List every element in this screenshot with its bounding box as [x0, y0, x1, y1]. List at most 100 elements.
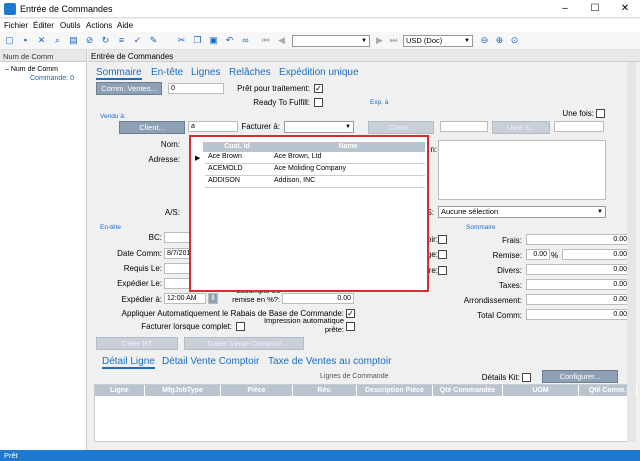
menu-fichier[interactable]: Fichier [4, 21, 28, 30]
col-uom[interactable]: UOM [503, 385, 579, 396]
row-2-id[interactable]: ADDISON [205, 176, 271, 188]
row-0-id[interactable]: Ace Brown [205, 152, 271, 164]
configurer-button[interactable]: Configurer... [542, 370, 618, 383]
ready-fulfill-checkbox[interactable] [314, 98, 323, 107]
title-bar: Entrée de Commandes – ☐ ✕ [0, 0, 640, 18]
tab-en-tete[interactable]: En-tête [151, 67, 183, 78]
total-comm-field[interactable]: 0.00 [526, 309, 630, 320]
main-scrollbar[interactable] [627, 62, 636, 442]
prev-icon[interactable]: ◀ [276, 35, 287, 46]
check-icon[interactable]: ✓ [132, 35, 143, 46]
refresh-icon[interactable]: ↻ [100, 35, 111, 46]
back-icon[interactable]: ⊖ [479, 35, 490, 46]
appliquer-checkbox[interactable]: ✓ [346, 309, 355, 318]
tab-detail-vente-comptoir[interactable]: Détail Vente Comptoir [162, 356, 259, 367]
next-icon[interactable]: ▶ [374, 35, 385, 46]
tab-taxe-ventes[interactable]: Taxe de Ventes au comptoir [268, 356, 391, 367]
tab-relaches[interactable]: Relâches [229, 67, 271, 78]
comm-ventes-field[interactable]: 0 [168, 83, 224, 94]
client-button[interactable]: Client... [119, 121, 185, 134]
re-checkbox[interactable] [438, 266, 447, 275]
save-icon[interactable]: ▪ [20, 35, 31, 46]
menu-editer[interactable]: Éditer [33, 21, 54, 30]
client-input[interactable]: a [188, 121, 238, 132]
row-1-name[interactable]: Ace Moliding Company [271, 164, 425, 176]
comm-ventes-button[interactable]: Comm. Ventes... [96, 82, 162, 95]
remise-pct-field[interactable]: 0.00 [526, 249, 550, 260]
exp-address-box[interactable] [438, 140, 606, 200]
frais-field[interactable]: 0.00 [526, 234, 630, 245]
date-comm-field[interactable]: 8/7/201 [164, 248, 190, 259]
order-lines-grid: Ligne MfgJobType Pièce Rév. Description … [94, 384, 637, 442]
menu-outils[interactable]: Outils [60, 21, 80, 30]
col-ligne[interactable]: Ligne [95, 385, 145, 396]
tab-sommaire[interactable]: Sommaire [96, 67, 142, 80]
row-1-id[interactable]: ACEMOLD [205, 164, 271, 176]
une-fois-checkbox[interactable] [596, 109, 605, 118]
menu-actions[interactable]: Actions [86, 21, 112, 30]
copy-icon[interactable]: ❐ [192, 35, 203, 46]
first-icon[interactable]: ⏮ [260, 35, 271, 46]
menu-aide[interactable]: Aide [117, 21, 133, 30]
tree-item-commande[interactable]: Commande: 0 [30, 75, 74, 82]
col-cust-id[interactable]: Cust. Id [203, 142, 271, 152]
arrondissement-field[interactable]: 0.00 [526, 294, 630, 305]
link-icon[interactable]: ∞ [240, 35, 251, 46]
exp-client-field[interactable] [440, 121, 488, 132]
impression-checkbox[interactable] [346, 322, 355, 331]
record-combo[interactable]: ▼ [292, 35, 370, 47]
forward-icon[interactable]: ⊕ [494, 35, 505, 46]
expedier-le-field[interactable] [164, 278, 190, 289]
currency-combo[interactable]: USD (Doc) ▼ [403, 35, 473, 47]
help-icon[interactable]: ⊙ [509, 35, 520, 46]
paste-icon[interactable]: ▣ [208, 35, 219, 46]
tree-root[interactable]: – Num de Comm [5, 66, 58, 73]
sommaire-section: Sommaire [466, 224, 496, 231]
list-icon[interactable]: ≡ [116, 35, 127, 46]
bc-field[interactable] [164, 232, 190, 243]
ge-checkbox[interactable] [438, 250, 447, 259]
creer-bt-button[interactable]: Créer BT [96, 337, 178, 350]
row-0-name[interactable]: Ace Brown, Ltd [271, 152, 425, 164]
facturer-a-combo[interactable]: ▼ [284, 121, 354, 133]
tab-expedition-unique[interactable]: Expédition unique [279, 67, 359, 78]
aucune-selection-combo[interactable]: Aucune sélection ▼ [438, 206, 606, 218]
client-button-2[interactable]: Client... [368, 121, 434, 134]
col-qte-commandee[interactable]: Qté Commandée [433, 385, 503, 396]
col-mfgjobtype[interactable]: MfgJobType [145, 385, 221, 396]
search-icon[interactable]: ⌕ [52, 35, 63, 46]
minimize-button[interactable]: – [550, 0, 580, 18]
col-name[interactable]: Name [271, 142, 425, 152]
attach-icon[interactable]: ⊘ [84, 35, 95, 46]
undo-icon[interactable]: ↶ [224, 35, 235, 46]
cut-icon[interactable]: ✂ [176, 35, 187, 46]
tab-lignes[interactable]: Lignes [191, 67, 220, 78]
close-button[interactable]: ✕ [610, 0, 640, 18]
remise-field[interactable]: 0.00 [562, 249, 630, 260]
delete-icon[interactable]: ✕ [36, 35, 47, 46]
col-description-piece[interactable]: Description Pièce [357, 385, 433, 396]
row-2-name[interactable]: Addison, INC [271, 176, 425, 188]
last-icon[interactable]: ⏭ [388, 35, 399, 46]
livre-a-field[interactable] [554, 121, 604, 132]
tab-detail-ligne[interactable]: Détail Ligne [102, 356, 155, 369]
print-icon[interactable]: ▤ [68, 35, 79, 46]
livre-a-button[interactable]: Livré à... [492, 121, 550, 134]
expedier-a-time-field[interactable]: 12:00 AM [164, 293, 206, 304]
details-kit-checkbox[interactable] [522, 373, 531, 382]
col-piece[interactable]: Pièce [221, 385, 293, 396]
app-icon [4, 3, 16, 15]
time-spinner[interactable]: ⇕ [208, 293, 218, 304]
col-rev[interactable]: Rév. [293, 385, 357, 396]
traiter-vente-button[interactable]: Traiter Vente Comptoir [184, 337, 304, 350]
maximize-button[interactable]: ☐ [580, 0, 610, 18]
new-icon[interactable]: ▢ [4, 35, 15, 46]
oir-checkbox[interactable] [438, 235, 447, 244]
pret-traitement-checkbox[interactable]: ✓ [314, 84, 323, 93]
facturer-complet-checkbox[interactable] [236, 322, 245, 331]
escompte-field[interactable]: 0.00 [282, 293, 354, 304]
taxes-field[interactable]: 0.00 [526, 279, 630, 290]
divers-field[interactable]: 0.00 [526, 264, 630, 275]
requis-le-field[interactable] [164, 263, 190, 274]
edit-icon[interactable]: ✎ [148, 35, 159, 46]
